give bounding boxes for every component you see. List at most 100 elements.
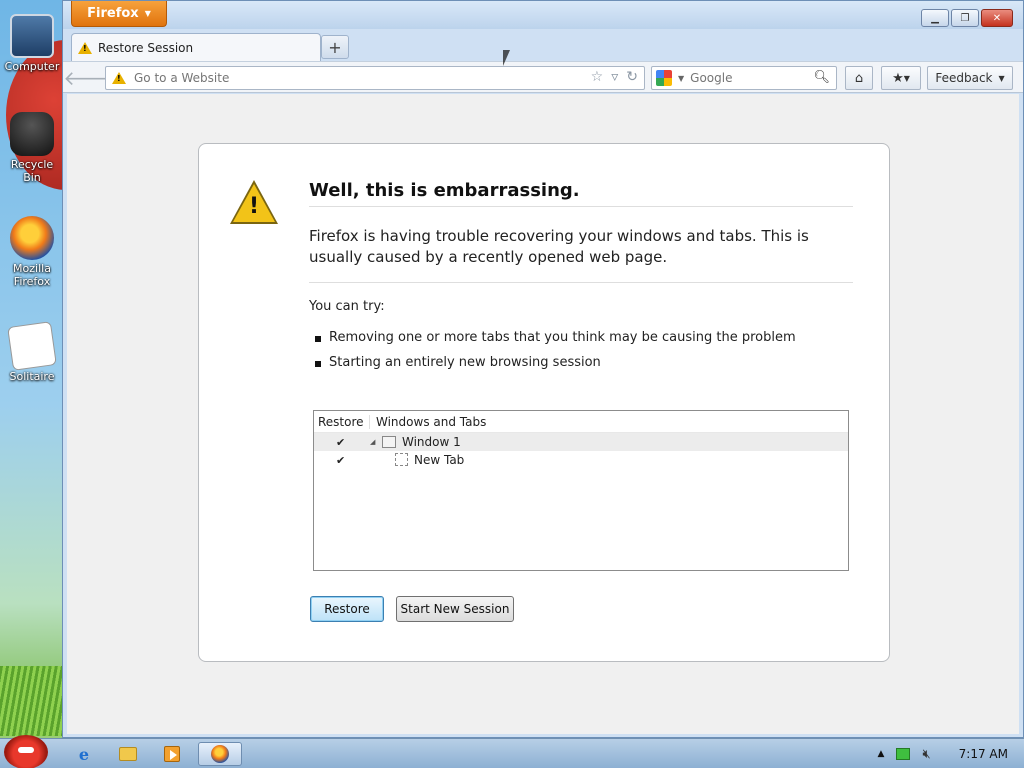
back-button[interactable]: 🡐 xyxy=(63,65,117,91)
minimize-icon: ▁ xyxy=(931,12,939,24)
media-player-icon xyxy=(164,746,180,762)
firefox-window: Firefox ▼ ▁ ❐ ✕ Restore Session + 🡐 ☆ ▿ … xyxy=(62,0,1024,738)
chevron-down-icon: ▼ xyxy=(144,9,151,18)
search-icon[interactable]: 🔍︎ xyxy=(813,70,830,85)
home-button[interactable]: ⌂ xyxy=(845,66,873,90)
title-bar[interactable]: Firefox ▼ ▁ ❐ ✕ xyxy=(63,1,1023,29)
tree-row-label: Window 1 xyxy=(402,435,461,449)
start-new-session-button[interactable]: Start New Session xyxy=(396,596,514,622)
divider xyxy=(309,282,853,283)
suggestions-label: You can try: xyxy=(309,299,385,314)
chevron-down-icon: ▼ xyxy=(903,73,910,83)
warning-icon xyxy=(112,72,126,84)
url-bar[interactable]: ☆ ▿ ↻ xyxy=(105,66,645,90)
firefox-menu-label: Firefox xyxy=(87,6,139,21)
dropdown-arrow-icon[interactable]: ▿ xyxy=(611,69,618,85)
firefox-icon xyxy=(211,745,229,763)
feedback-button[interactable]: Feedback ▼ xyxy=(927,66,1013,90)
feedback-label: Feedback xyxy=(935,71,993,85)
list-item: Removing one or more tabs that you think… xyxy=(315,330,796,355)
tree-row-tab[interactable]: ✔ New Tab xyxy=(314,451,848,469)
tab-strip: Restore Session + xyxy=(63,29,1023,61)
wallpaper-grass xyxy=(0,666,64,736)
firefox-menu-button[interactable]: Firefox ▼ xyxy=(71,1,167,27)
new-tab-button[interactable]: + xyxy=(321,35,349,59)
tab-page-icon xyxy=(395,453,408,466)
plus-icon: + xyxy=(328,37,342,57)
close-button[interactable]: ✕ xyxy=(981,9,1013,27)
desktop-icon-label: Recycle Bin xyxy=(10,158,54,184)
error-description: Firefox is having trouble recovering you… xyxy=(309,227,809,266)
firefox-icon xyxy=(10,216,54,260)
tab-title: Restore Session xyxy=(98,40,194,55)
mouse-cursor-icon xyxy=(503,50,510,66)
computer-icon xyxy=(10,14,54,58)
list-item: Starting an entirely new browsing sessio… xyxy=(315,355,796,380)
folder-icon xyxy=(119,747,137,761)
tree-header: Restore Windows and Tabs xyxy=(314,411,848,433)
search-bar[interactable]: ▼ 🔍︎ xyxy=(651,66,837,90)
minimize-button[interactable]: ▁ xyxy=(921,9,949,27)
solitaire-icon xyxy=(7,321,57,371)
clock[interactable]: 7:17 AM xyxy=(959,747,1008,761)
recycle-bin-icon xyxy=(10,112,54,156)
restore-session-card: ! Well, this is embarrassing. Firefox is… xyxy=(198,143,890,662)
star-bookmark-icon[interactable]: ☆ xyxy=(591,69,604,85)
restore-button[interactable]: Restore xyxy=(310,596,384,622)
google-icon[interactable] xyxy=(656,70,672,86)
desktop-icon-label: Mozilla Firefox xyxy=(13,262,51,288)
list-item-text: Removing one or more tabs that you think… xyxy=(329,330,796,345)
desktop: Computer Recycle Bin Mozilla Firefox Sol… xyxy=(0,0,64,736)
taskbar-explorer[interactable] xyxy=(108,742,148,766)
maximize-button[interactable]: ❐ xyxy=(951,9,979,27)
volume-muted-icon[interactable]: 🔇︎ xyxy=(922,747,930,762)
suggestions-list: Removing one or more tabs that you think… xyxy=(315,330,796,380)
tab-restore-session[interactable]: Restore Session xyxy=(71,33,321,61)
desktop-icon-label: Computer xyxy=(4,60,60,73)
collapse-triangle-icon[interactable]: ◢ xyxy=(370,438,375,446)
desktop-icon-computer[interactable]: Computer xyxy=(2,14,62,73)
reload-icon[interactable]: ↻ xyxy=(626,69,638,85)
desktop-icon-label: Solitaire xyxy=(9,370,55,383)
restore-window-icon: ❐ xyxy=(960,12,970,24)
url-bar-icons: ☆ ▿ ↻ xyxy=(591,69,638,85)
warning-icon xyxy=(78,41,92,54)
tree-row-label: New Tab xyxy=(414,453,465,467)
session-tree[interactable]: Restore Windows and Tabs ✔ ◢ Window 1 ✔ … xyxy=(313,410,849,571)
bullet-icon xyxy=(315,336,321,342)
bullet-icon xyxy=(315,361,321,367)
exclamation-icon: ! xyxy=(249,194,260,219)
taskbar: e ▲ 🔇︎ 7:17 AM xyxy=(0,735,1024,768)
navigation-toolbar: 🡐 ☆ ▿ ↻ ▼ 🔍︎ ⌂ ★ ▼ Feedback ▼ xyxy=(63,61,1023,93)
bookmarks-button[interactable]: ★ ▼ xyxy=(881,66,921,90)
list-item-text: Starting an entirely new browsing sessio… xyxy=(329,355,601,370)
system-tray: ▲ 🔇︎ 7:17 AM xyxy=(878,739,1014,768)
column-header-windows-tabs[interactable]: Windows and Tabs xyxy=(370,415,486,429)
restore-checkbox[interactable]: ✔ xyxy=(336,454,345,467)
page-title: Well, this is embarrassing. xyxy=(309,180,580,201)
taskbar-firefox[interactable] xyxy=(198,742,242,766)
restore-checkbox[interactable]: ✔ xyxy=(336,436,345,449)
chevron-down-icon[interactable]: ▼ xyxy=(678,74,684,83)
window-controls: ▁ ❐ ✕ xyxy=(921,9,1013,27)
url-input[interactable] xyxy=(134,71,554,85)
taskbar-internet-explorer[interactable]: e xyxy=(64,742,104,766)
bookmarks-icon: ★ xyxy=(892,70,904,86)
search-input[interactable] xyxy=(690,71,811,85)
start-button[interactable] xyxy=(4,735,48,768)
network-icon[interactable] xyxy=(896,748,911,760)
desktop-icon-firefox[interactable]: Mozilla Firefox xyxy=(2,216,62,288)
desktop-icon-recycle-bin[interactable]: Recycle Bin xyxy=(2,112,62,184)
chevron-down-icon: ▼ xyxy=(998,73,1005,83)
divider xyxy=(309,206,853,207)
tree-row-window[interactable]: ✔ ◢ Window 1 xyxy=(314,433,848,451)
page-content: ! Well, this is embarrassing. Firefox is… xyxy=(67,94,1019,734)
show-hidden-icons-icon[interactable]: ▲ xyxy=(878,749,885,759)
window-icon xyxy=(382,436,396,448)
close-icon: ✕ xyxy=(992,12,1002,24)
column-header-restore[interactable]: Restore xyxy=(314,414,370,429)
desktop-icon-solitaire[interactable]: Solitaire xyxy=(2,321,62,383)
home-icon: ⌂ xyxy=(854,70,864,86)
internet-explorer-icon: e xyxy=(78,744,90,764)
taskbar-media-player[interactable] xyxy=(152,742,192,766)
